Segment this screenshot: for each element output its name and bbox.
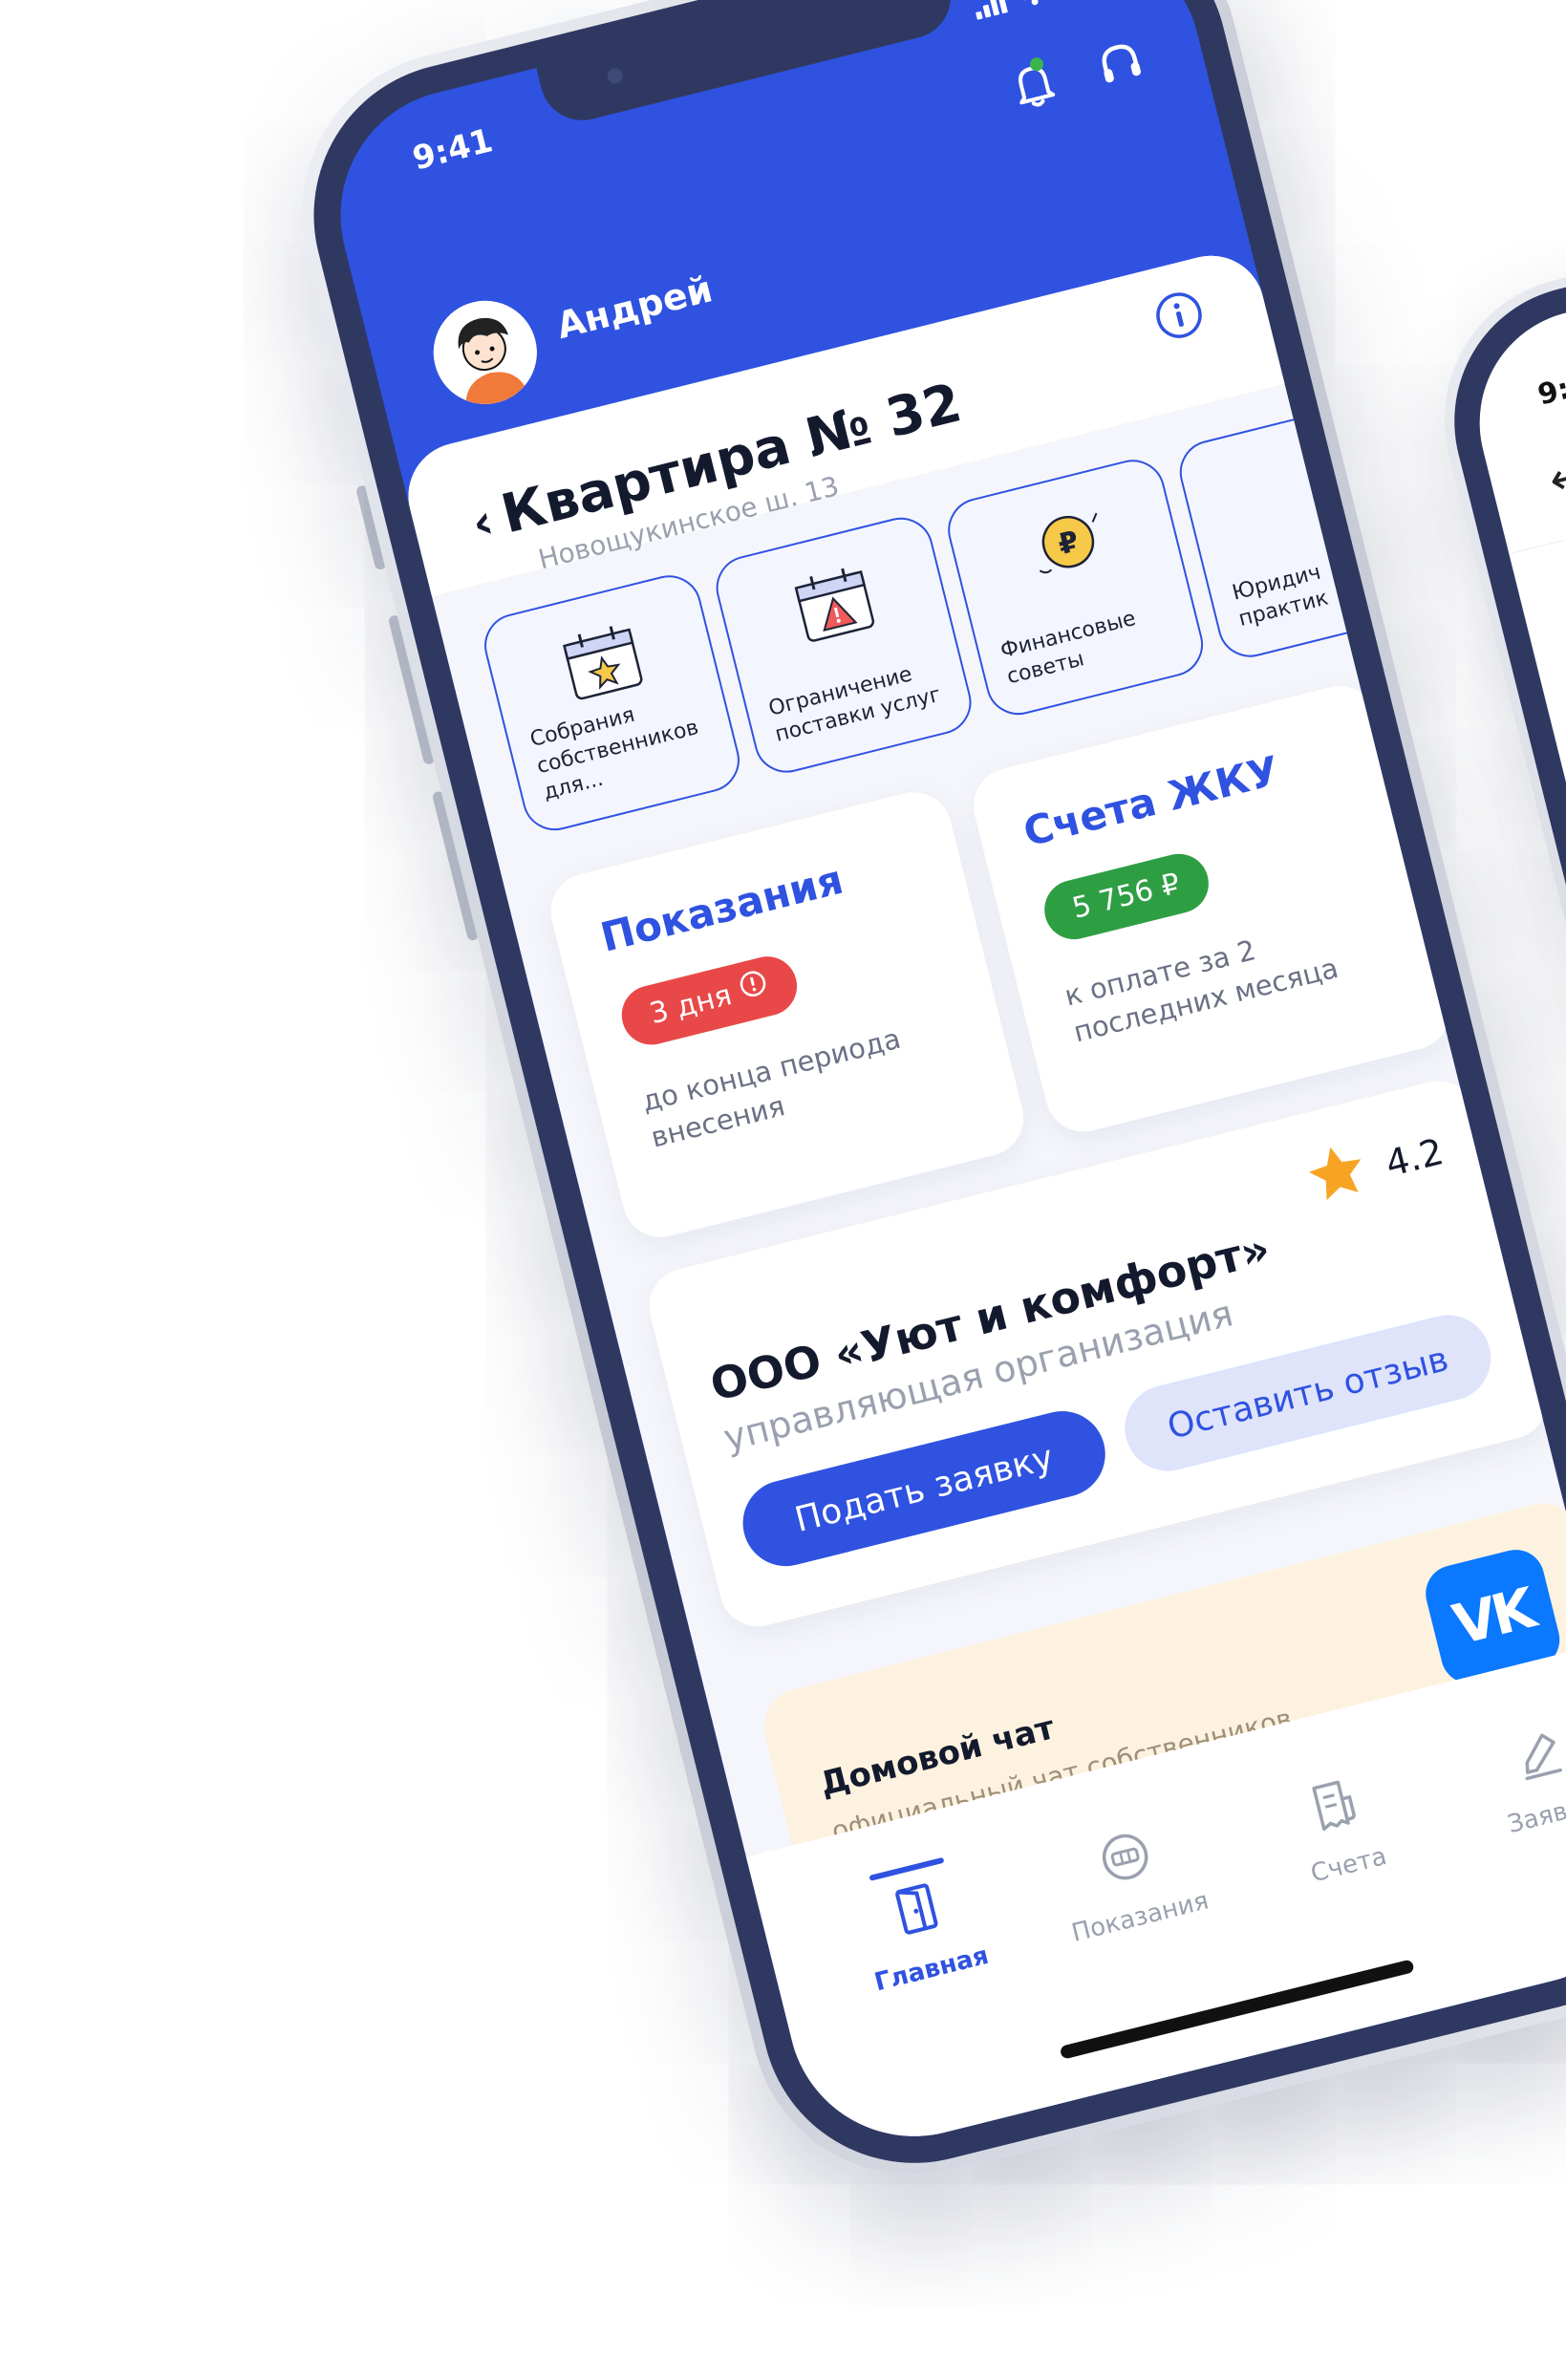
readings-badge-text: 3 дня — [646, 978, 736, 1032]
status-icons — [972, 0, 1118, 25]
tab-readings-label: Показания — [1068, 1886, 1212, 1948]
tab-requests-label: Заявки — [1504, 1789, 1566, 1840]
tab-bills-label: Счета — [1307, 1841, 1390, 1889]
story-financial-tips[interactable]: ₽ Финансовые советы — [941, 453, 1211, 722]
bills-title: Счета ЖКУ — [1019, 746, 1284, 856]
story-owners-meeting[interactable]: Собрания собственников для... — [477, 568, 747, 838]
ruble-coin-icon: ₽ — [1016, 499, 1119, 597]
app-screen: 9:41 Андрей ‹Квартира № 32 Новощукинское… — [313, 0, 1566, 2163]
receipt-icon — [1312, 1780, 1362, 1838]
header-actions — [1009, 36, 1148, 117]
story-service-restriction[interactable]: Ограничение поставки услуг — [709, 510, 978, 780]
alert-circle-icon — [733, 957, 775, 1021]
rating-value: 4.2 — [1381, 1129, 1448, 1185]
tab-requests[interactable]: Заявки — [1439, 1707, 1566, 1852]
tab-home-label: Главная — [871, 1940, 992, 1998]
readings-card[interactable]: Показания 3 дня до конца периода внесени… — [543, 783, 1032, 1246]
battery-icon — [1057, 0, 1118, 2]
avatar[interactable] — [422, 289, 548, 416]
camera-lens — [606, 66, 625, 86]
story-label: Юридич практик — [1230, 560, 1331, 633]
secondary-status-time: 9:4 — [1534, 367, 1566, 413]
signal-icon — [972, 0, 1010, 24]
story-label: Собрания собственников для... — [527, 702, 701, 805]
bills-amount: 5 756 ₽ — [1068, 867, 1184, 926]
bills-amount-badge: 5 756 ₽ — [1038, 847, 1214, 946]
main-phone: 9:41 Андрей ‹Квартира № 32 Новощукинское… — [268, 0, 1566, 2210]
wifi-icon — [1015, 0, 1053, 14]
meter-icon — [1102, 1833, 1156, 1891]
status-time: 9:41 — [408, 121, 497, 179]
rating: 4.2 — [1300, 1118, 1450, 1215]
back-arrow-icon[interactable]: ← — [1544, 447, 1566, 506]
story-label: Ограничение поставки услуг — [765, 662, 944, 748]
readings-title: Показания — [595, 855, 848, 961]
door-icon — [895, 1883, 946, 1942]
tab-bills[interactable]: Счета — [1235, 1758, 1446, 1902]
vk-logo-text: VK — [1447, 1576, 1539, 1658]
pencil-icon — [1517, 1733, 1566, 1789]
calendar-star-icon — [551, 614, 654, 713]
star-icon — [1300, 1137, 1374, 1215]
story-label: Финансовые советы — [998, 606, 1139, 690]
tab-home[interactable]: Главная — [818, 1856, 1028, 2006]
headset-icon[interactable] — [1092, 36, 1148, 96]
active-tab-indicator — [869, 1856, 945, 1881]
readings-deadline-badge: 3 дня — [615, 950, 804, 1051]
avatar-illustration — [422, 289, 548, 416]
user-name: Андрей — [552, 268, 717, 348]
bell-icon[interactable] — [1009, 55, 1060, 117]
tab-readings[interactable]: Показания — [1026, 1810, 1236, 1954]
calendar-warning-icon — [783, 557, 887, 655]
scene: 9:4 ← 9:41 Андрей ‹Квартира № 32 Новощук… — [0, 0, 1566, 2380]
